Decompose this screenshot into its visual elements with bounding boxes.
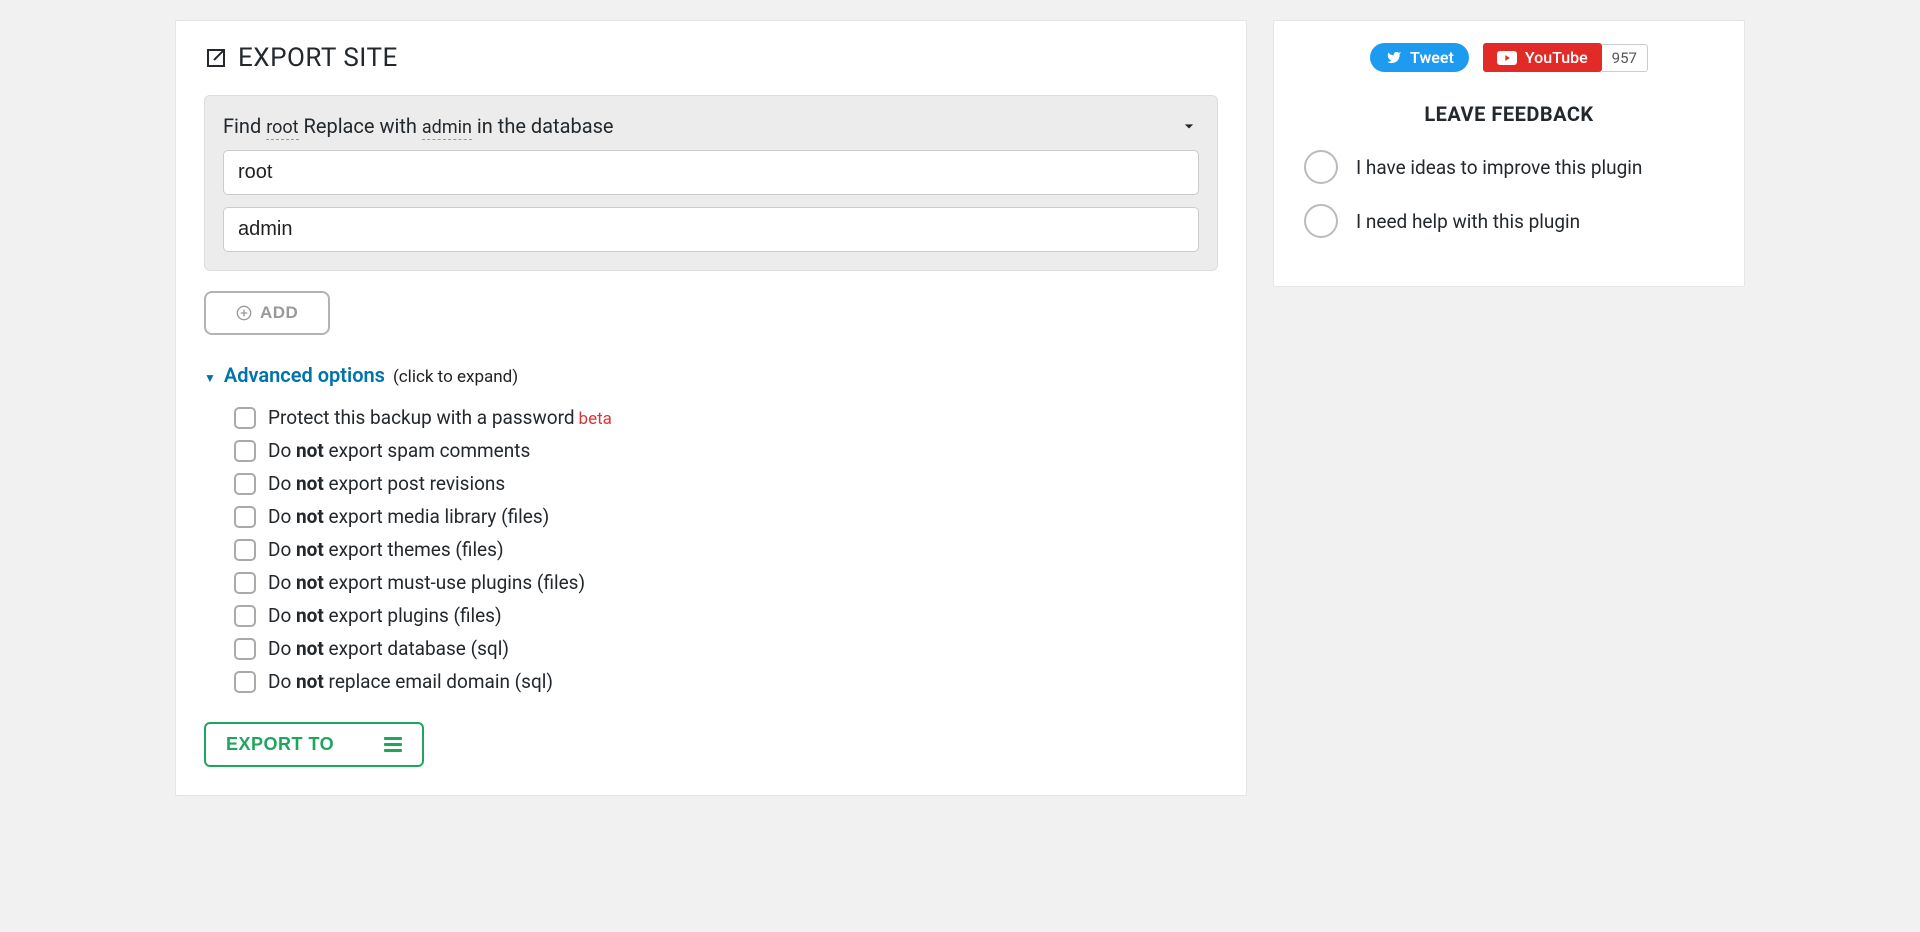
- option-label: Do not export database (sql): [268, 637, 509, 660]
- advanced-option: Do not export plugins (files): [234, 599, 1218, 632]
- export-to-button[interactable]: EXPORT TO: [204, 722, 424, 767]
- feedback-heading: LEAVE FEEDBACK: [1304, 102, 1714, 126]
- twitter-icon: [1385, 50, 1403, 65]
- advanced-option: Do not export must-use plugins (files): [234, 566, 1218, 599]
- option-label: Do not replace email domain (sql): [268, 670, 553, 693]
- option-label: Do not export post revisions: [268, 472, 505, 495]
- advanced-options-hint: (click to expand): [393, 367, 518, 387]
- advanced-option: Do not export media library (files): [234, 500, 1218, 533]
- checkbox[interactable]: [234, 605, 256, 627]
- advanced-option: Do not export themes (files): [234, 533, 1218, 566]
- option-label: Do not export plugins (files): [268, 604, 502, 627]
- advanced-options-title: Advanced options: [224, 363, 385, 387]
- advanced-options-toggle[interactable]: ▼ Advanced options (click to expand): [204, 363, 1218, 387]
- plus-circle-icon: [236, 305, 252, 321]
- feedback-option-label: I need help with this plugin: [1356, 210, 1580, 233]
- advanced-option: Do not replace email domain (sql): [234, 665, 1218, 698]
- option-label: Protect this backup with a passwordbeta: [268, 406, 612, 429]
- checkbox[interactable]: [234, 539, 256, 561]
- advanced-option: Do not export database (sql): [234, 632, 1218, 665]
- beta-badge: beta: [579, 409, 612, 429]
- checkbox[interactable]: [234, 671, 256, 693]
- main-panel: EXPORT SITE Find root Replace with admin…: [175, 20, 1247, 796]
- tweet-button[interactable]: Tweet: [1370, 43, 1469, 72]
- youtube-count: 957: [1602, 44, 1648, 72]
- youtube-icon: [1497, 51, 1517, 65]
- advanced-option: Do not export spam comments: [234, 434, 1218, 467]
- checkbox[interactable]: [234, 572, 256, 594]
- export-icon: [204, 46, 228, 70]
- youtube-button[interactable]: YouTube: [1483, 43, 1602, 72]
- sidebar-panel: Tweet YouTube 957 LEAVE FEEDBACK I have …: [1273, 20, 1745, 287]
- chevron-down-icon[interactable]: [1179, 116, 1199, 136]
- advanced-option: Do not export post revisions: [234, 467, 1218, 500]
- page-title-text: EXPORT SITE: [238, 43, 398, 73]
- find-replace-panel: Find root Replace with admin in the data…: [204, 95, 1218, 271]
- checkbox[interactable]: [234, 407, 256, 429]
- feedback-option[interactable]: I have ideas to improve this plugin: [1304, 150, 1714, 184]
- menu-icon: [384, 737, 402, 752]
- advanced-options-list: Protect this backup with a passwordbeta D…: [204, 401, 1218, 698]
- triangle-down-icon: ▼: [204, 371, 216, 385]
- checkbox[interactable]: [234, 440, 256, 462]
- page-title: EXPORT SITE: [204, 43, 1218, 73]
- radio-button[interactable]: [1304, 150, 1338, 184]
- option-label: Do not export must-use plugins (files): [268, 571, 585, 594]
- add-button[interactable]: ADD: [204, 291, 330, 335]
- advanced-option: Protect this backup with a passwordbeta: [234, 401, 1218, 434]
- option-label: Do not export spam comments: [268, 439, 530, 462]
- option-label: Do not export themes (files): [268, 538, 504, 561]
- checkbox[interactable]: [234, 638, 256, 660]
- feedback-options: I have ideas to improve this plugin I nee…: [1304, 150, 1714, 238]
- option-label: Do not export media library (files): [268, 505, 549, 528]
- checkbox[interactable]: [234, 473, 256, 495]
- find-replace-header[interactable]: Find root Replace with admin in the data…: [223, 114, 1199, 138]
- youtube-widget: YouTube 957: [1483, 43, 1648, 72]
- find-replace-summary: Find root Replace with admin in the data…: [223, 114, 614, 138]
- radio-button[interactable]: [1304, 204, 1338, 238]
- checkbox[interactable]: [234, 506, 256, 528]
- replace-input[interactable]: [223, 207, 1199, 252]
- feedback-option[interactable]: I need help with this plugin: [1304, 204, 1714, 238]
- find-input[interactable]: [223, 150, 1199, 195]
- feedback-option-label: I have ideas to improve this plugin: [1356, 156, 1642, 179]
- social-buttons: Tweet YouTube 957: [1304, 43, 1714, 72]
